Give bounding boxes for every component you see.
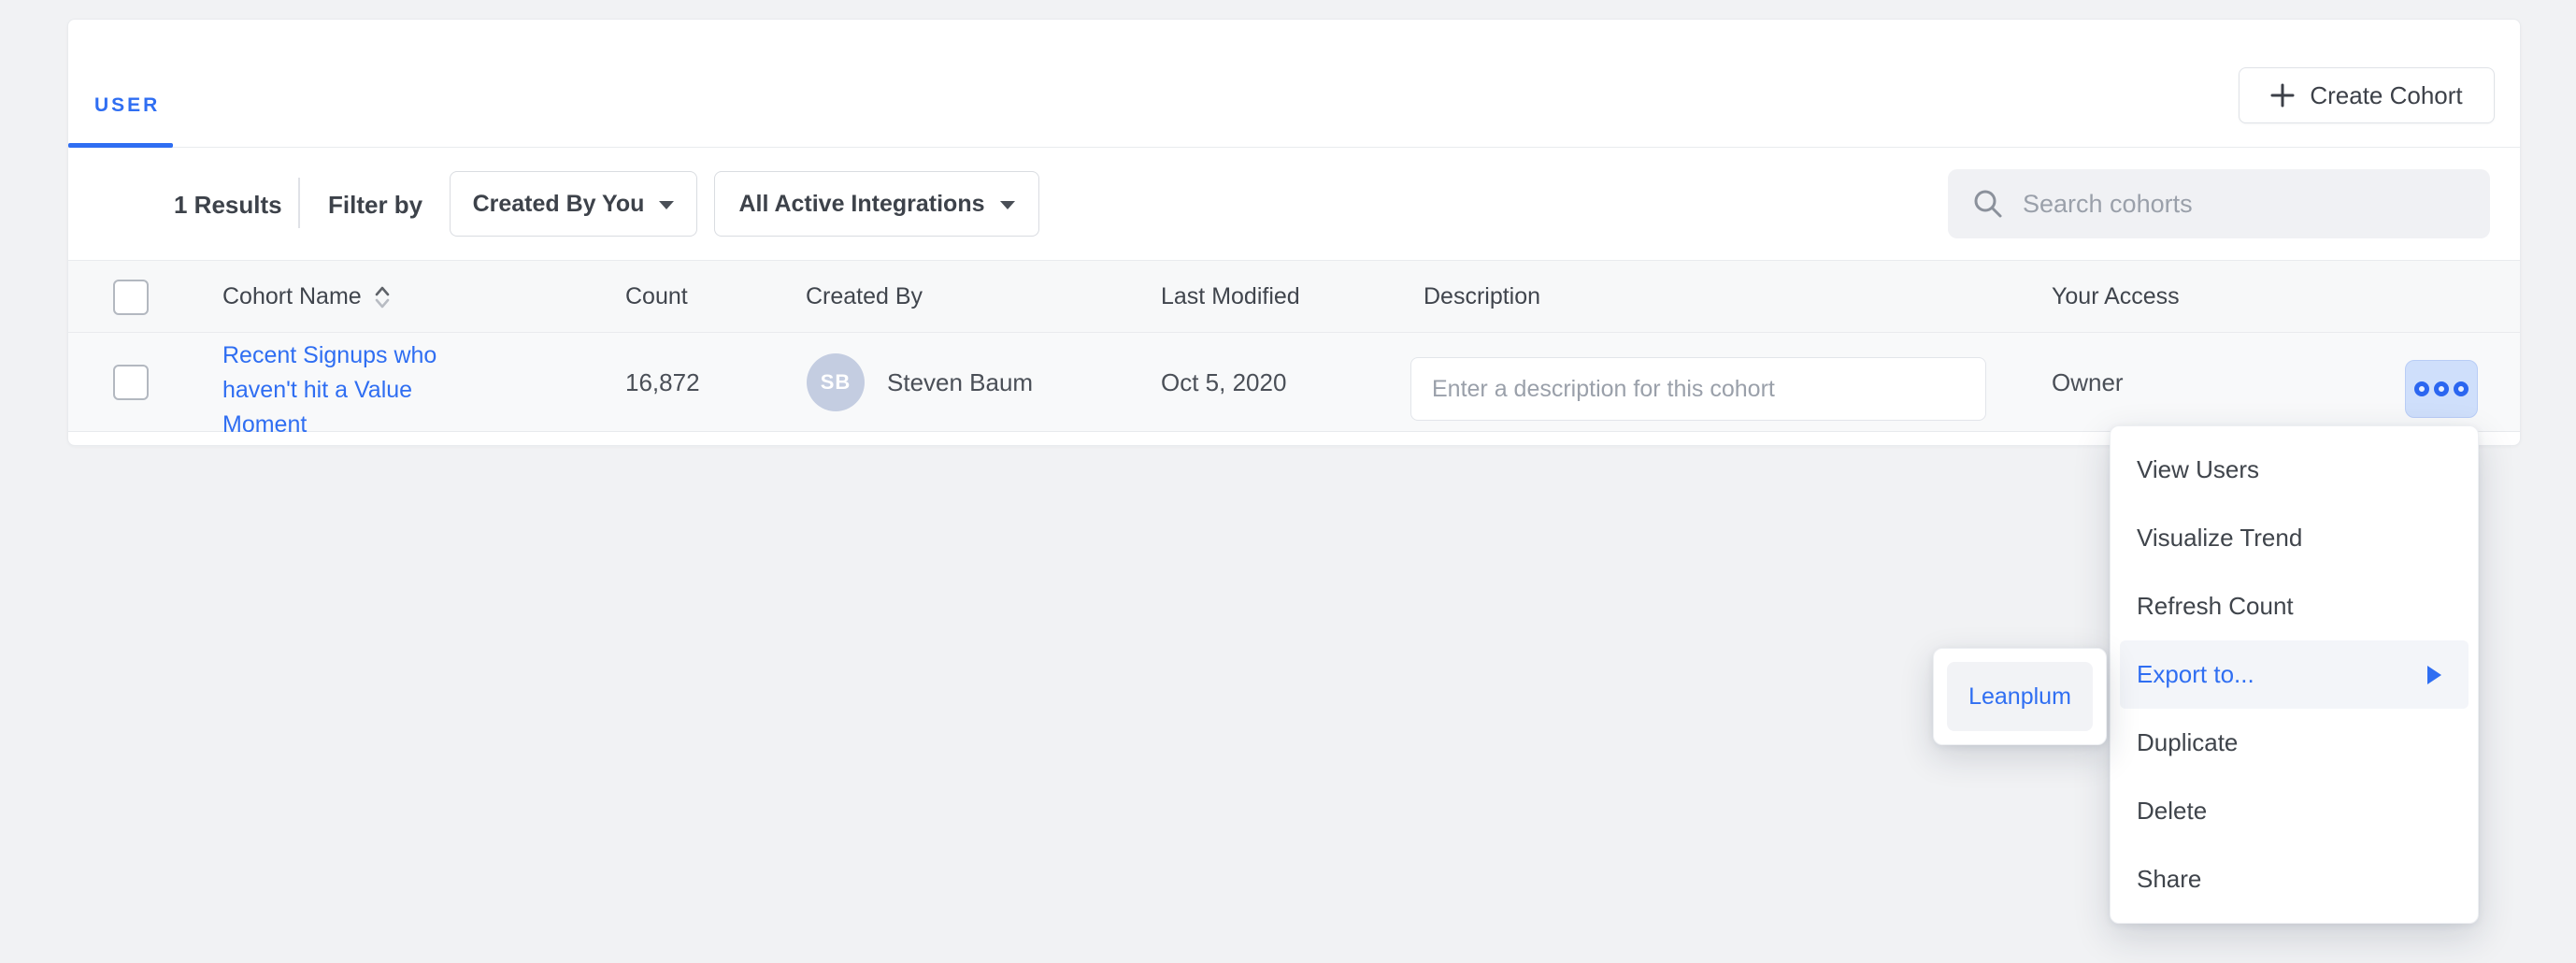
row-actions-button[interactable] xyxy=(2405,360,2478,418)
results-count: 1 Results xyxy=(174,191,282,220)
menu-item-view-users[interactable]: View Users xyxy=(2111,436,2478,504)
menu-item-refresh-count[interactable]: Refresh Count xyxy=(2111,572,2478,640)
integrations-dropdown[interactable]: All Active Integrations xyxy=(714,171,1039,237)
filter-by-label: Filter by xyxy=(328,191,422,220)
search-icon xyxy=(1972,188,2004,220)
chevron-down-icon xyxy=(1000,201,1015,209)
column-header-count: Count xyxy=(625,283,688,310)
cohorts-page: USER Create Cohort 1 Results Filter by C… xyxy=(0,0,2576,963)
cohort-name-link[interactable]: Recent Signups who haven't hit a Value M… xyxy=(222,338,458,442)
create-cohort-button[interactable]: Create Cohort xyxy=(2239,67,2495,123)
column-header-created-by: Created By xyxy=(806,283,923,310)
last-modified-date: Oct 5, 2020 xyxy=(1161,368,1286,397)
row-checkbox[interactable] xyxy=(113,365,149,400)
integrations-dropdown-value: All Active Integrations xyxy=(738,191,984,218)
kebab-dot-icon xyxy=(2414,381,2429,396)
select-all-checkbox[interactable] xyxy=(113,280,149,315)
menu-item-share[interactable]: Share xyxy=(2111,845,2478,913)
description-input[interactable] xyxy=(1410,357,1986,421)
submenu-arrow-icon xyxy=(2427,666,2441,684)
column-header-your-access: Your Access xyxy=(2052,283,2180,310)
table-header-row: Cohort Name Count Created By Last Modifi… xyxy=(68,260,2520,333)
row-actions-menu: View Users Visualize Trend Refresh Count… xyxy=(2110,425,2479,924)
export-to-label: Export to... xyxy=(2137,660,2254,689)
cohorts-card: USER Create Cohort 1 Results Filter by C… xyxy=(67,19,2521,446)
created-by-dropdown-value: Created By You xyxy=(473,191,645,218)
menu-item-delete[interactable]: Delete xyxy=(2111,777,2478,845)
create-cohort-label: Create Cohort xyxy=(2310,81,2462,110)
tab-user[interactable]: USER xyxy=(94,94,160,117)
sort-icon[interactable] xyxy=(373,284,392,310)
kebab-dot-icon xyxy=(2434,381,2449,396)
cohort-name-header-label: Cohort Name xyxy=(222,283,362,310)
vertical-divider xyxy=(298,178,300,228)
menu-item-visualize-trend[interactable]: Visualize Trend xyxy=(2111,504,2478,572)
created-by-dropdown[interactable]: Created By You xyxy=(450,171,697,237)
column-header-last-modified: Last Modified xyxy=(1161,283,1300,310)
avatar: SB xyxy=(807,353,865,411)
search-box xyxy=(1948,169,2490,238)
submenu-item-leanplum[interactable]: Leanplum xyxy=(1947,662,2093,731)
search-input[interactable] xyxy=(2023,190,2466,219)
menu-item-duplicate[interactable]: Duplicate xyxy=(2111,709,2478,777)
column-header-description: Description xyxy=(1424,283,1540,310)
table-row: Recent Signups who haven't hit a Value M… xyxy=(68,333,2520,432)
tab-bar: USER Create Cohort xyxy=(68,20,2520,148)
chevron-down-icon xyxy=(659,201,674,209)
cohort-count: 16,872 xyxy=(625,368,700,397)
filter-bar: 1 Results Filter by Created By You All A… xyxy=(68,148,2520,260)
kebab-dot-icon xyxy=(2454,381,2469,396)
created-by-name: Steven Baum xyxy=(887,368,1033,397)
column-header-cohort-name[interactable]: Cohort Name xyxy=(222,283,392,310)
plus-icon xyxy=(2270,83,2295,108)
access-level: Owner xyxy=(2052,368,2124,397)
export-submenu: Leanplum xyxy=(1933,648,2107,745)
menu-item-export-to[interactable]: Export to... xyxy=(2120,640,2469,709)
